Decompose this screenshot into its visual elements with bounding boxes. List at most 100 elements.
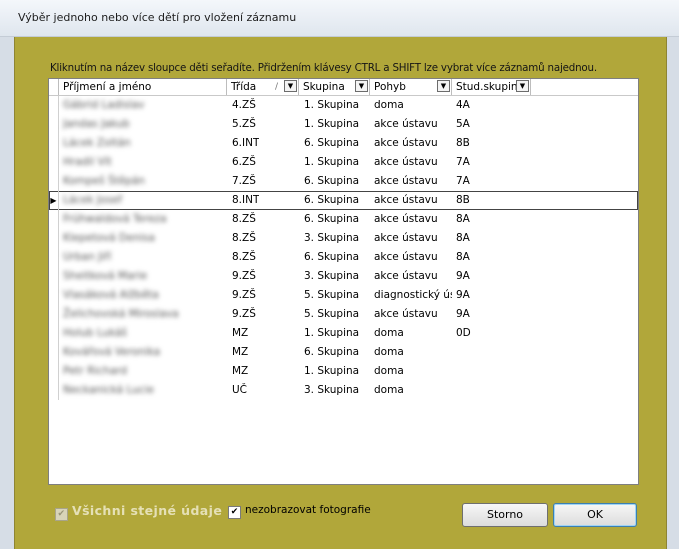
table-row[interactable]: Želichovská Miroslava 9.ZŠ 5. Skupina ak…: [49, 305, 638, 324]
cell-stud: 4A: [456, 99, 470, 111]
children-grid[interactable]: Příjmení a jméno Třída / ▼ Skupina ▼ Poh…: [48, 78, 639, 485]
cell-skupina: 1. Skupina: [304, 118, 360, 130]
column-name[interactable]: Příjmení a jméno: [59, 79, 227, 95]
cell-trida: 8.ZŠ: [232, 213, 256, 225]
cell-name: Frühwaldová Tereza: [63, 213, 167, 225]
cell-skupina: 5. Skupina: [304, 308, 360, 320]
cell-trida: 8.INT: [232, 194, 260, 206]
table-row[interactable]: Neckanická Lucie UČ 3. Skupina doma: [49, 381, 638, 400]
row-selector[interactable]: [49, 172, 59, 191]
table-row[interactable]: Sheitková Marie 9.ZŠ 3. Skupina akce úst…: [49, 267, 638, 286]
cell-trida: MZ: [232, 365, 249, 377]
cell-pohyb: akce ústavu: [374, 156, 438, 168]
cell-trida: UČ: [232, 384, 248, 396]
cell-stud: 8B: [456, 194, 470, 206]
table-row[interactable]: Gábrid Ladislav 4.ZŠ 1. Skupina doma 4A: [49, 96, 638, 115]
column-trida-label: Třída: [231, 81, 257, 93]
table-row[interactable]: Urban Jiří 8.ZŠ 6. Skupina akce ústavu 8…: [49, 248, 638, 267]
cell-name: Želichovská Miroslava: [63, 308, 179, 320]
cell-name: Sheitková Marie: [63, 270, 148, 282]
cell-name: Vlasáková Alžběta: [63, 289, 159, 301]
cell-skupina: 6. Skupina: [304, 137, 360, 149]
cell-skupina: 3. Skupina: [304, 232, 360, 244]
hide-photos-option[interactable]: ✔ nezobrazovat fotografie: [228, 504, 371, 519]
filter-dropdown-icon[interactable]: ▼: [355, 80, 368, 92]
filter-dropdown-icon[interactable]: ▼: [284, 80, 297, 92]
cell-pohyb: doma: [374, 384, 404, 396]
cell-name: Petr Richard: [63, 365, 128, 377]
row-selector[interactable]: [49, 96, 59, 115]
cell-pohyb: doma: [374, 327, 404, 339]
table-row[interactable]: Petr Richard MZ 1. Skupina doma: [49, 362, 638, 381]
sort-hint: Kliknutím na název sloupce děti seřadíte…: [50, 62, 597, 74]
column-stud-label: Stud.skupina: [456, 81, 524, 93]
cell-stud: 8A: [456, 251, 470, 263]
row-selector[interactable]: [49, 134, 59, 153]
cell-trida: 8.ZŠ: [232, 251, 256, 263]
ok-button[interactable]: OK: [553, 503, 637, 527]
cell-pohyb: akce ústavu: [374, 308, 438, 320]
row-selector[interactable]: [49, 286, 59, 305]
table-row[interactable]: Kovářová Veronika MZ 6. Skupina doma: [49, 343, 638, 362]
cell-trida: 9.ZŠ: [232, 308, 256, 320]
hide-photos-label[interactable]: nezobrazovat fotografie: [245, 504, 371, 516]
row-selector[interactable]: [49, 324, 59, 343]
cell-name: Neckanická Lucie: [63, 384, 154, 396]
cell-pohyb: doma: [374, 365, 404, 377]
column-trida[interactable]: Třída / ▼: [227, 79, 299, 95]
table-row[interactable]: Lácek Zoltán 6.INT 6. Skupina akce ústav…: [49, 134, 638, 153]
cell-trida: 7.ZŠ: [232, 175, 256, 187]
cell-skupina: 1. Skupina: [304, 99, 360, 111]
cell-stud: 5A: [456, 118, 470, 130]
table-row[interactable]: Hradil Vít 6.ZŠ 1. Skupina akce ústavu 7…: [49, 153, 638, 172]
cell-pohyb: diagnostický ústa: [374, 289, 452, 301]
column-stud[interactable]: Stud.skupina ▼: [452, 79, 531, 95]
table-row[interactable]: Vlasáková Alžběta 9.ZŠ 5. Skupina diagno…: [49, 286, 638, 305]
table-row-current[interactable]: ▶ Lácek Josef 8.INT 6. Skupina akce ústa…: [49, 191, 638, 210]
row-selector[interactable]: [49, 115, 59, 134]
cell-pohyb: akce ústavu: [374, 213, 438, 225]
table-row[interactable]: Frühwaldová Tereza 8.ZŠ 6. Skupina akce …: [49, 210, 638, 229]
table-row[interactable]: Jandas Jakub 5.ZŠ 1. Skupina akce ústavu…: [49, 115, 638, 134]
row-selector[interactable]: [49, 153, 59, 172]
row-selector[interactable]: [49, 248, 59, 267]
filter-dropdown-icon[interactable]: ▼: [437, 80, 450, 92]
row-selector[interactable]: [49, 210, 59, 229]
row-selector[interactable]: [49, 305, 59, 324]
table-row[interactable]: Klepetová Denisa 8.ZŠ 3. Skupina akce ús…: [49, 229, 638, 248]
cell-name: Lácek Zoltán: [63, 137, 131, 149]
cell-name: Urban Jiří: [63, 251, 112, 263]
cell-stud: 8A: [456, 213, 470, 225]
title-bar: Výběr jednoho nebo více dětí pro vložení…: [0, 0, 679, 37]
cell-skupina: 1. Skupina: [304, 365, 360, 377]
table-row[interactable]: Kompeš Štěpán 7.ZŠ 6. Skupina akce ústav…: [49, 172, 638, 191]
hide-photos-checkbox[interactable]: ✔: [228, 506, 241, 519]
row-selector[interactable]: [49, 381, 59, 400]
row-selector[interactable]: [49, 229, 59, 248]
cell-trida: MZ: [232, 327, 249, 339]
cell-skupina: 3. Skupina: [304, 270, 360, 282]
column-skupina-label: Skupina: [303, 81, 345, 93]
cell-pohyb: akce ústavu: [374, 175, 438, 187]
cell-trida: 9.ZŠ: [232, 270, 256, 282]
cell-skupina: 6. Skupina: [304, 175, 360, 187]
current-row-arrow-icon[interactable]: ▶: [49, 191, 59, 210]
column-skupina[interactable]: Skupina ▼: [299, 79, 370, 95]
row-selector[interactable]: [49, 362, 59, 381]
cell-name: Holub Lukáš: [63, 327, 128, 339]
cell-pohyb: akce ústavu: [374, 137, 438, 149]
table-row[interactable]: Holub Lukáš MZ 1. Skupina doma 0D: [49, 324, 638, 343]
cancel-button[interactable]: Storno: [462, 503, 548, 527]
column-pohyb-label: Pohyb: [374, 81, 406, 93]
sort-indicator-icon: /: [274, 82, 278, 92]
cell-skupina: 3. Skupina: [304, 384, 360, 396]
cell-stud: 9A: [456, 308, 470, 320]
filter-dropdown-icon[interactable]: ▼: [516, 80, 529, 92]
row-selector[interactable]: [49, 343, 59, 362]
cell-stud: 8A: [456, 232, 470, 244]
cell-skupina: 6. Skupina: [304, 346, 360, 358]
cell-skupina: 6. Skupina: [304, 213, 360, 225]
column-pohyb[interactable]: Pohyb ▼: [370, 79, 452, 95]
row-selector[interactable]: [49, 267, 59, 286]
same-data-checkbox: ✔: [55, 508, 68, 521]
